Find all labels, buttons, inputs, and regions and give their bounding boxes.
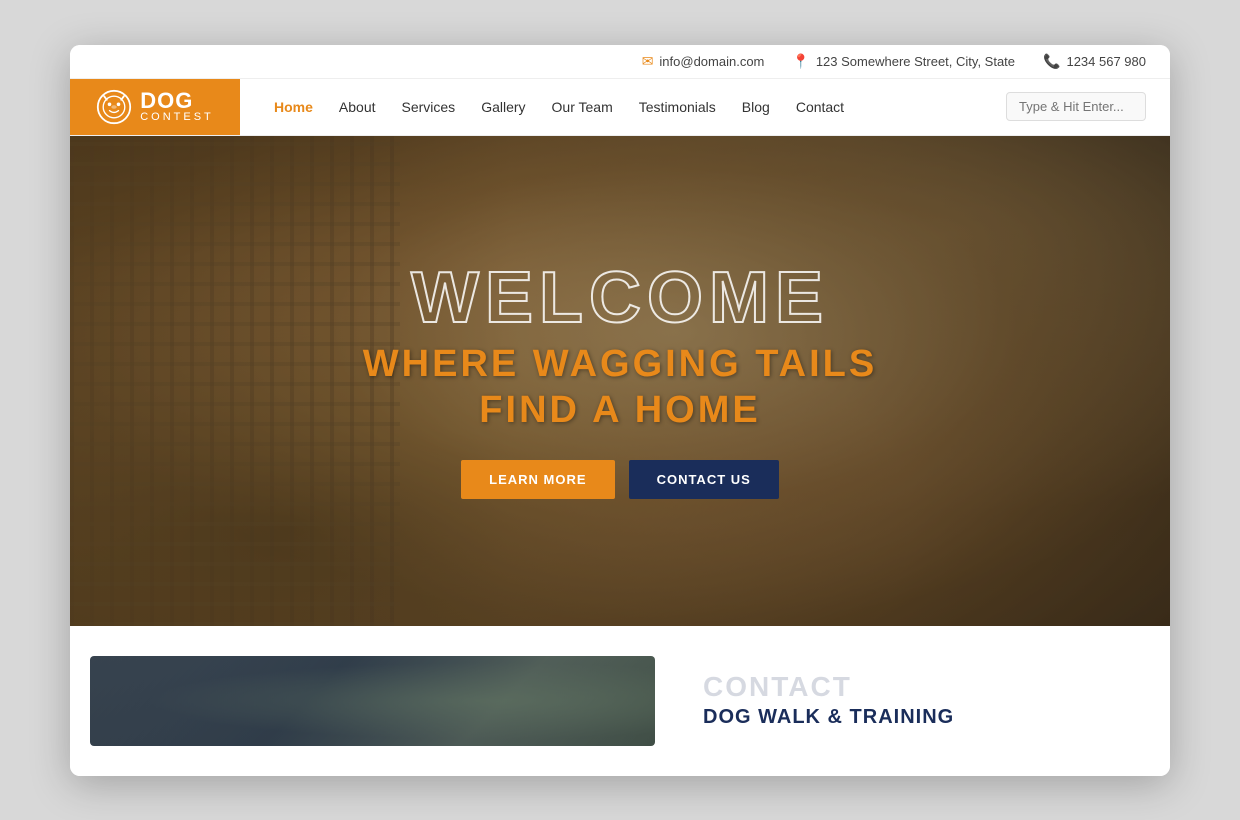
- nav-item-testimonials[interactable]: Testimonials: [629, 93, 726, 121]
- nav-item-about[interactable]: About: [329, 93, 386, 121]
- phone-text: 1234 567 980: [1066, 54, 1146, 69]
- hero-section: WELCOME WHERE WAGGING TAILS FIND A HOME …: [70, 136, 1170, 626]
- hero-tagline: WHERE WAGGING TAILS FIND A HOME: [363, 342, 877, 433]
- nav-item-home[interactable]: Home: [264, 93, 323, 121]
- section-title: DOG WALK & TRAINING: [703, 705, 1142, 729]
- nav-item-blog[interactable]: Blog: [732, 93, 780, 121]
- hero-welcome-text: WELCOME: [411, 262, 829, 334]
- email-text: info@domain.com: [659, 54, 764, 69]
- location-icon: 📍: [792, 53, 809, 70]
- below-hero-image: [70, 646, 675, 756]
- nav-item-services[interactable]: Services: [392, 93, 466, 121]
- browser-window: ✉ info@domain.com 📍 123 Somewhere Street…: [70, 45, 1170, 776]
- hero-tagline-line2: FIND A HOME: [479, 389, 760, 431]
- phone-icon: 📞: [1043, 53, 1060, 70]
- top-bar: ✉ info@domain.com 📍 123 Somewhere Street…: [70, 45, 1170, 79]
- below-hero-section: CONTACT DOG WALK & TRAINING: [70, 626, 1170, 776]
- hero-buttons: LEARN MORE CONTACT US: [461, 460, 779, 499]
- hero-content: WELCOME WHERE WAGGING TAILS FIND A HOME …: [70, 136, 1170, 626]
- nav-area: Home About Services Gallery Our Team Tes…: [240, 79, 1170, 135]
- search-input[interactable]: [1006, 92, 1146, 121]
- learn-more-button[interactable]: LEARN MORE: [461, 460, 614, 499]
- logo-subtitle: CONTEST: [140, 112, 214, 123]
- email-icon: ✉: [642, 53, 654, 70]
- logo-area[interactable]: DOG CONTEST: [70, 79, 240, 135]
- nav-item-our-team[interactable]: Our Team: [542, 93, 623, 121]
- dog-walk-image: [90, 656, 655, 746]
- nav-item-contact[interactable]: Contact: [786, 93, 854, 121]
- header: DOG CONTEST Home About Services Gallery …: [70, 79, 1170, 136]
- phone-contact: 📞 1234 567 980: [1043, 53, 1146, 70]
- logo-text: DOG CONTEST: [140, 90, 214, 123]
- hero-tagline-line1: WHERE WAGGING TAILS: [363, 343, 877, 385]
- address-contact: 📍 123 Somewhere Street, City, State: [792, 53, 1015, 70]
- nav-item-gallery[interactable]: Gallery: [471, 93, 535, 121]
- dog-logo-icon: [96, 89, 132, 125]
- logo-brand: DOG: [140, 90, 214, 112]
- address-text: 123 Somewhere Street, City, State: [816, 54, 1015, 69]
- ghost-label: CONTACT: [703, 673, 1142, 701]
- email-contact: ✉ info@domain.com: [642, 53, 765, 70]
- below-hero-text: CONTACT DOG WALK & TRAINING: [675, 646, 1170, 756]
- contact-us-button[interactable]: CONTACT US: [629, 460, 779, 499]
